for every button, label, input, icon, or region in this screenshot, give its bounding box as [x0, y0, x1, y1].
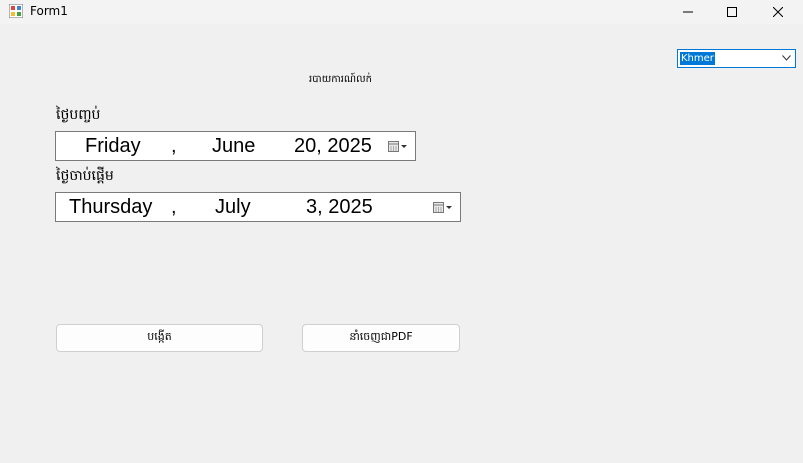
window-title: Form1 [30, 4, 68, 18]
language-select-value: Khmer [680, 52, 715, 65]
start-date-weekday: Friday [85, 135, 141, 157]
chevron-down-icon [782, 55, 791, 61]
end-date-comma: , [171, 196, 177, 218]
close-button[interactable] [755, 0, 801, 24]
report-heading: របាយការណ៍លក់ [309, 74, 372, 85]
maximize-icon [727, 7, 737, 17]
end-date-month: July [215, 196, 251, 218]
maximize-button[interactable] [709, 0, 755, 24]
minimize-button[interactable] [665, 0, 711, 24]
minimize-icon [683, 11, 693, 13]
export-pdf-button[interactable]: នាំចេញជាPDF [302, 324, 460, 352]
end-date-day-year: 3, 2025 [306, 196, 373, 218]
generate-button[interactable]: បង្កើត [56, 324, 263, 352]
calendar-dropdown-icon[interactable] [388, 141, 410, 153]
app-icon [9, 4, 23, 18]
calendar-dropdown-icon[interactable] [433, 202, 455, 214]
start-date-month: June [212, 135, 256, 157]
close-icon [773, 7, 783, 17]
language-select[interactable]: Khmer [677, 49, 796, 68]
start-date-label: ថ្ងៃបញ្ចប់ [56, 107, 101, 123]
end-date-weekday: Thursday [69, 196, 153, 218]
start-date-comma: , [171, 135, 177, 157]
end-date-label: ថ្ងៃចាប់ផ្តើម [56, 168, 114, 184]
end-date-picker[interactable]: Thursday , July 3, 2025 [55, 192, 461, 222]
start-date-picker[interactable]: Friday , June 20, 2025 [55, 131, 416, 161]
start-date-day-year: 20, 2025 [294, 135, 372, 157]
title-bar: Form1 [0, 0, 803, 24]
